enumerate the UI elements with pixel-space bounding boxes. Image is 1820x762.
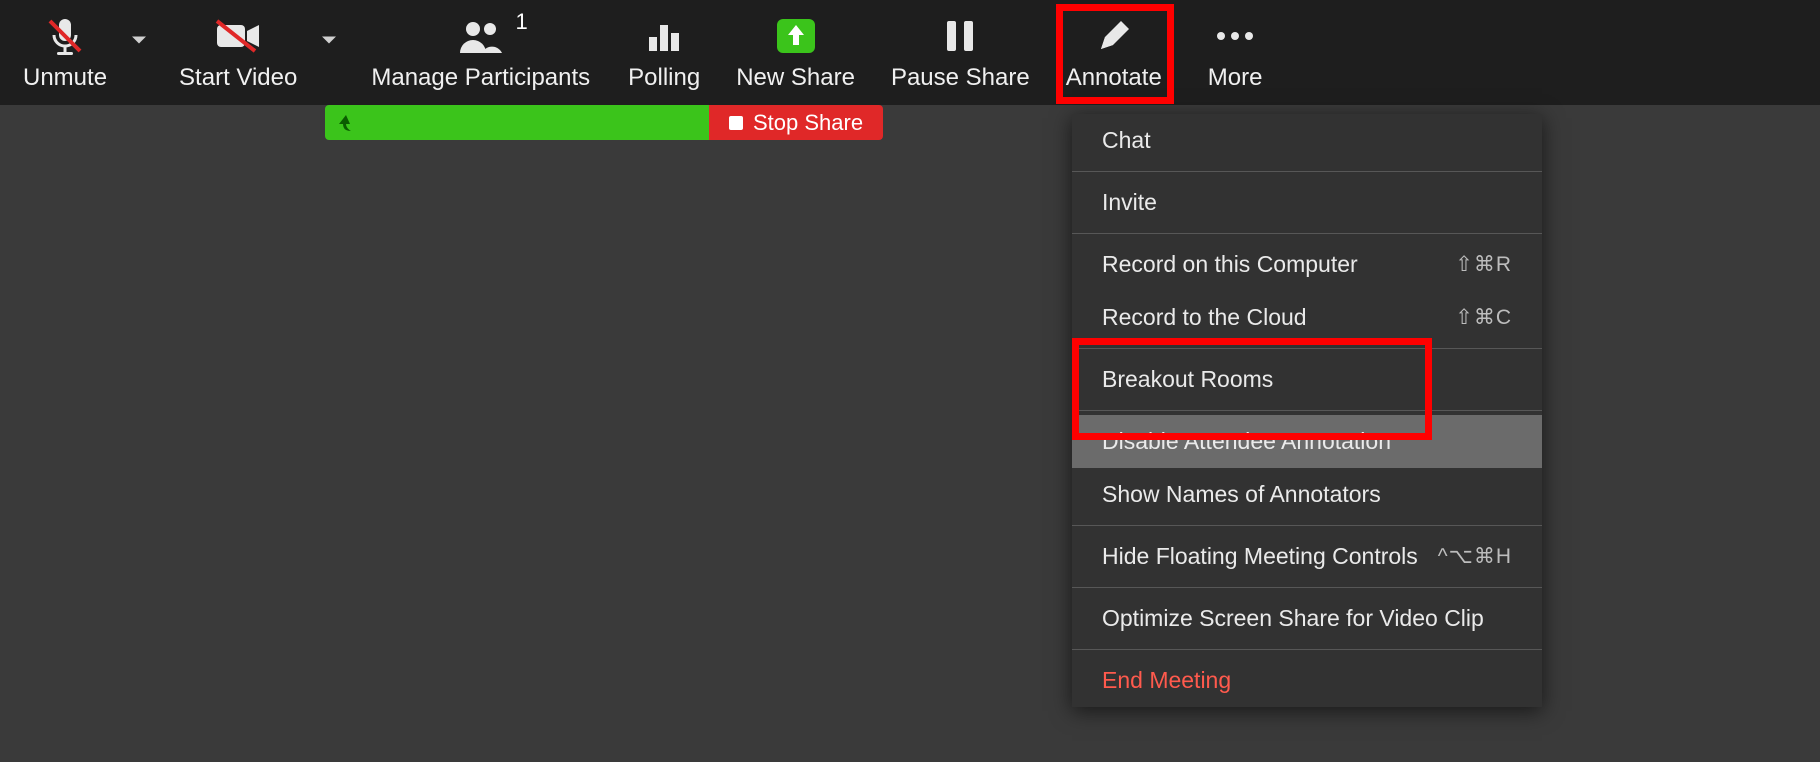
share-up-icon	[775, 13, 817, 58]
menu-separator	[1072, 649, 1542, 650]
new-share-button[interactable]: New Share	[718, 0, 873, 105]
pause-share-label: Pause Share	[891, 64, 1030, 92]
polling-icon	[643, 13, 685, 58]
menu-end-meeting[interactable]: End Meeting	[1072, 654, 1542, 707]
manage-participants-button[interactable]: 1 Manage Participants	[351, 0, 610, 105]
more-button[interactable]: More	[1180, 0, 1291, 105]
menu-breakout-rooms-label: Breakout Rooms	[1102, 366, 1273, 393]
menu-disable-annotation-label: Disable Attendee Annotation	[1102, 428, 1391, 455]
menu-optimize-video[interactable]: Optimize Screen Share for Video Clip	[1072, 592, 1542, 645]
camera-off-icon	[213, 13, 263, 58]
polling-label: Polling	[628, 64, 700, 92]
new-share-label: New Share	[736, 64, 855, 92]
pause-share-button[interactable]: Pause Share	[873, 0, 1048, 105]
audio-options-chevron[interactable]	[125, 26, 161, 79]
menu-disable-annotation[interactable]: Disable Attendee Annotation	[1072, 415, 1542, 468]
menu-record-computer-shortcut: ⇧⌘R	[1455, 252, 1512, 277]
menu-separator	[1072, 348, 1542, 349]
menu-chat-label: Chat	[1102, 127, 1151, 154]
menu-record-cloud[interactable]: Record to the Cloud ⇧⌘C	[1072, 291, 1542, 344]
menu-hide-controls-label: Hide Floating Meeting Controls	[1102, 543, 1418, 570]
more-ellipsis-icon	[1213, 13, 1257, 58]
more-label: More	[1208, 64, 1263, 92]
chevron-down-icon	[125, 26, 153, 54]
menu-invite-label: Invite	[1102, 189, 1157, 216]
start-video-button[interactable]: Start Video	[161, 13, 315, 92]
annotate-button[interactable]: Annotate	[1048, 0, 1180, 105]
pause-icon	[943, 13, 977, 58]
share-arrow-icon	[335, 112, 357, 134]
share-status-bar: Stop Share	[325, 105, 883, 140]
menu-separator	[1072, 410, 1542, 411]
unmute-label: Unmute	[23, 64, 107, 92]
menu-separator	[1072, 233, 1542, 234]
video-options-chevron[interactable]	[315, 26, 351, 79]
menu-record-computer-label: Record on this Computer	[1102, 251, 1358, 278]
menu-record-cloud-shortcut: ⇧⌘C	[1455, 305, 1512, 330]
stop-share-button[interactable]: Stop Share	[709, 105, 883, 140]
pencil-icon	[1095, 13, 1133, 58]
menu-end-meeting-label: End Meeting	[1102, 667, 1231, 694]
menu-show-names-label: Show Names of Annotators	[1102, 481, 1381, 508]
more-dropdown-menu: Chat Invite Record on this Computer ⇧⌘R …	[1072, 114, 1542, 707]
menu-breakout-rooms[interactable]: Breakout Rooms	[1072, 353, 1542, 406]
unmute-button[interactable]: Unmute	[5, 13, 125, 92]
menu-separator	[1072, 171, 1542, 172]
menu-show-names[interactable]: Show Names of Annotators	[1072, 468, 1542, 521]
polling-button[interactable]: Polling	[610, 0, 718, 105]
menu-optimize-video-label: Optimize Screen Share for Video Clip	[1102, 605, 1484, 632]
annotate-label: Annotate	[1066, 64, 1162, 92]
microphone-muted-icon	[44, 13, 86, 58]
menu-hide-controls-shortcut: ^⌥⌘H	[1438, 544, 1512, 569]
chevron-down-icon	[315, 26, 343, 54]
menu-record-computer[interactable]: Record on this Computer ⇧⌘R	[1072, 238, 1542, 291]
manage-participants-label: Manage Participants	[371, 64, 590, 92]
share-status-indicator	[325, 105, 709, 140]
menu-hide-controls[interactable]: Hide Floating Meeting Controls ^⌥⌘H	[1072, 530, 1542, 583]
stop-share-label: Stop Share	[753, 110, 863, 136]
menu-separator	[1072, 525, 1542, 526]
participants-icon: 1	[456, 13, 506, 58]
menu-chat[interactable]: Chat	[1072, 114, 1542, 167]
participants-count-badge: 1	[516, 9, 528, 35]
menu-invite[interactable]: Invite	[1072, 176, 1542, 229]
meeting-toolbar: Unmute Start Video	[0, 0, 1820, 105]
menu-separator	[1072, 587, 1542, 588]
start-video-label: Start Video	[179, 64, 297, 92]
menu-record-cloud-label: Record to the Cloud	[1102, 304, 1307, 331]
stop-icon	[729, 116, 743, 130]
